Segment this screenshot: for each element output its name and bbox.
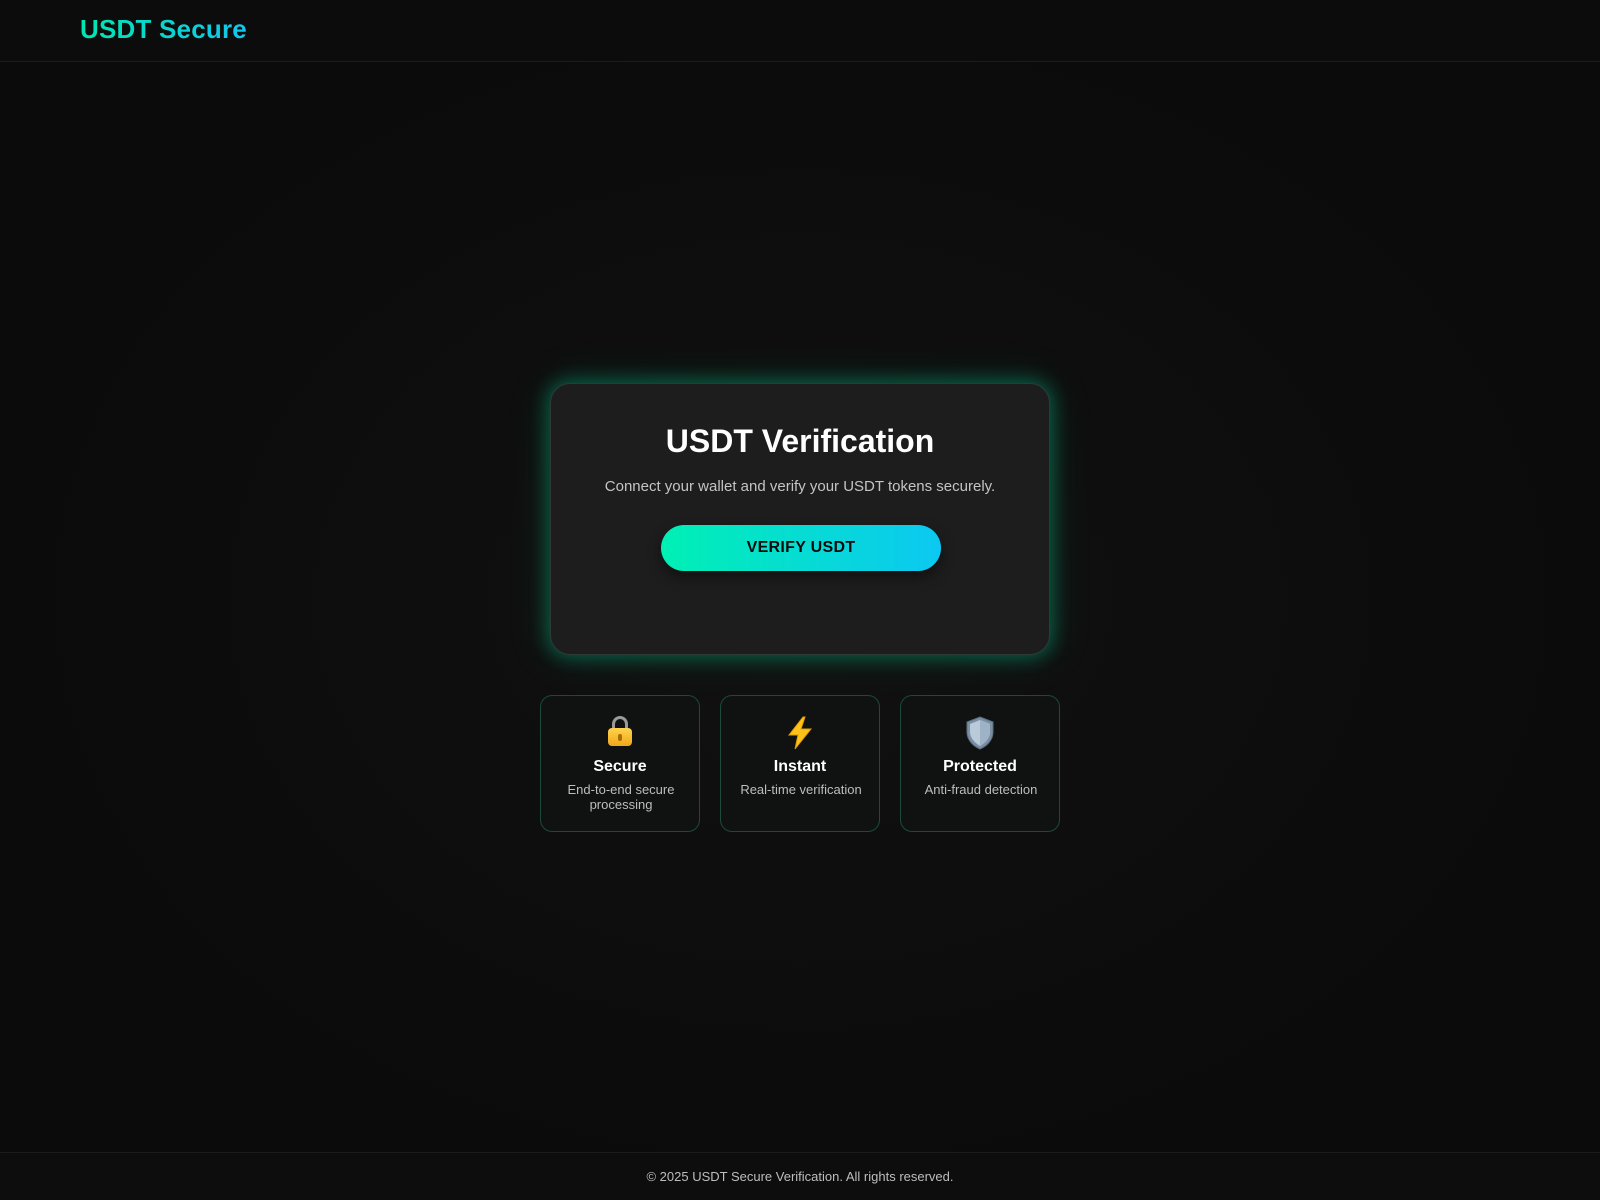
feature-card-secure: Secure End-to-end secure processing [540, 695, 700, 832]
verify-usdt-button[interactable]: VERIFY USDT [661, 525, 941, 571]
lock-icon [608, 716, 632, 746]
footer-copyright: © 2025 USDT Secure Verification. All rig… [646, 1169, 954, 1184]
footer: © 2025 USDT Secure Verification. All rig… [0, 1152, 1600, 1200]
shield-icon [966, 716, 994, 750]
feature-title: Instant [773, 758, 827, 775]
verification-description: Connect your wallet and verify your USDT… [604, 478, 996, 495]
feature-title: Secure [593, 758, 647, 775]
feature-description: End-to-end secure processing [567, 782, 675, 812]
feature-title: Protected [943, 758, 1017, 775]
lightning-icon [787, 716, 813, 750]
site-logo[interactable]: USDT Secure [80, 14, 247, 45]
verification-title: USDT Verification [665, 423, 935, 459]
feature-icon-wrapper [901, 716, 1059, 758]
feature-icon-wrapper [541, 716, 699, 754]
header: USDT Secure [0, 0, 1600, 62]
feature-card-instant: Instant Real-time verification [720, 695, 880, 832]
feature-icon-wrapper [721, 716, 879, 758]
page: USDT Secure USDT Verification Connect yo… [0, 0, 1600, 1200]
feature-card-protected: Protected Anti-fraud detection [900, 695, 1060, 832]
feature-description: Anti-fraud detection [924, 782, 1038, 797]
feature-description: Real-time verification [740, 782, 862, 797]
verification-card: USDT Verification Connect your wallet an… [550, 383, 1050, 655]
